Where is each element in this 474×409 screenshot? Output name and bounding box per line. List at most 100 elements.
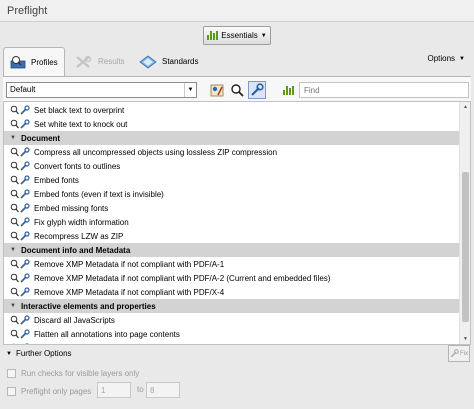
fixup-label: Set black text to overprint xyxy=(34,105,125,115)
page-from-field[interactable] xyxy=(97,382,131,398)
wrench-icon xyxy=(20,329,30,339)
scroll-thumb[interactable] xyxy=(462,172,469,322)
essentials-label: Essentials xyxy=(221,31,258,40)
tab-profiles-label: Profiles xyxy=(31,57,58,67)
tab-standards[interactable]: Standards xyxy=(133,48,204,75)
fixup-icons xyxy=(10,147,30,157)
fixup-item[interactable]: Set black text to overprint xyxy=(4,103,460,117)
run-checks-option[interactable]: Run checks for visible layers only xyxy=(7,366,139,380)
fixup-item[interactable]: Recompress LZW as ZIP xyxy=(4,229,460,243)
preflight-pages-label: Preflight only pages xyxy=(21,386,92,396)
magnifier-icon xyxy=(10,273,19,283)
fixup-item[interactable]: Flatten all form fields into page conten… xyxy=(4,341,460,345)
fix-button[interactable]: Fix xyxy=(448,345,470,362)
group-header[interactable]: ▼ Document xyxy=(4,131,460,145)
tab-standards-label: Standards xyxy=(162,57,199,66)
options-label: Options xyxy=(427,54,456,63)
fixup-label: Convert fonts to outlines xyxy=(34,161,121,171)
magnifier-icon xyxy=(10,203,19,213)
group-header[interactable]: ▼ Interactive elements and properties xyxy=(4,299,460,313)
fixup-icons xyxy=(10,119,30,129)
wrench-icon xyxy=(20,147,30,157)
magnifier-icon xyxy=(10,189,19,199)
show-profiles-button[interactable] xyxy=(279,81,297,99)
fixup-item[interactable]: Embed missing fonts xyxy=(4,201,460,215)
wrench-icon xyxy=(20,273,30,283)
wrench-icon xyxy=(450,349,459,358)
magnifier-icon xyxy=(10,217,19,227)
fixup-label: Embed missing fonts xyxy=(34,203,109,213)
profile-library-select[interactable]: Default ▼ xyxy=(6,82,197,98)
preflight-pages-checkbox[interactable] xyxy=(7,386,16,396)
fixup-item[interactable]: Fix glyph width information xyxy=(4,215,460,229)
fixup-icons xyxy=(10,343,30,344)
wrench-icon xyxy=(20,119,30,129)
wrench-icon xyxy=(20,105,30,115)
fixup-item[interactable]: Embed fonts xyxy=(4,173,460,187)
fixup-item[interactable]: Set white text to knock out xyxy=(4,117,460,131)
find-input[interactable] xyxy=(299,82,469,98)
wrench-icon xyxy=(20,189,30,199)
fixup-item[interactable]: Remove XMP Metadata if not compliant wit… xyxy=(4,257,460,271)
wrench-icon xyxy=(25,343,29,344)
fixup-icons xyxy=(10,273,30,283)
fixup-icons xyxy=(10,231,30,241)
group-label: Document info and Metadata xyxy=(20,245,131,255)
fixup-item[interactable]: Remove XMP Metadata if not compliant wit… xyxy=(4,285,460,299)
fixup-item[interactable]: Discard all JavaScripts xyxy=(4,313,460,327)
magnifier-icon xyxy=(10,259,19,269)
fixup-label: Flatten all form fields into page conten… xyxy=(34,344,175,345)
fixup-label: Remove XMP Metadata if not compliant wit… xyxy=(34,259,225,269)
magnifier-icon xyxy=(10,147,19,157)
fixup-icons xyxy=(10,175,30,185)
options-menu-button[interactable]: Options ▼ xyxy=(427,54,465,63)
magnifier-icon xyxy=(10,175,19,185)
wrench-icon xyxy=(20,315,30,325)
wrench-icon xyxy=(20,287,30,297)
essentials-button[interactable]: Essentials ▼ xyxy=(203,26,271,45)
fixup-item[interactable]: Embed fonts (even if text is invisible) xyxy=(4,187,460,201)
standards-diamond-icon xyxy=(139,55,157,68)
tab-results[interactable]: Results xyxy=(69,48,131,75)
triangle-down-icon: ▼ xyxy=(10,135,16,141)
triangle-down-icon: ▼ xyxy=(10,303,16,309)
page-to-field[interactable] xyxy=(146,382,180,398)
group-label: Interactive elements and properties xyxy=(20,301,156,311)
fixup-item[interactable]: Convert fonts to outlines xyxy=(4,159,460,173)
tab-profiles[interactable]: Profiles xyxy=(3,47,65,76)
profile-library-value: Default xyxy=(10,85,36,94)
wrench-icon xyxy=(20,259,30,269)
fixup-item[interactable]: Remove XMP Metadata if not compliant wit… xyxy=(4,271,460,285)
fixup-label: Remove XMP Metadata if not compliant wit… xyxy=(34,273,331,283)
show-fixups-button[interactable] xyxy=(248,81,266,99)
magnifier-icon xyxy=(12,343,16,344)
fix-label: Fix xyxy=(460,350,468,357)
wrench-icon xyxy=(20,231,30,241)
fixup-item[interactable]: Compress all uncompressed objects using … xyxy=(4,145,460,159)
fixup-label: Compress all uncompressed objects using … xyxy=(34,147,278,157)
run-checks-label: Run checks for visible layers only xyxy=(21,368,140,378)
bar-chart-icon xyxy=(207,31,219,40)
scroll-down-icon[interactable]: ▼ xyxy=(460,334,470,344)
fixup-item[interactable]: Flatten all annotations into page conten… xyxy=(4,327,460,341)
show-checks-button[interactable] xyxy=(228,81,246,99)
fixup-label: Embed fonts (even if text is invisible) xyxy=(34,189,164,199)
run-checks-checkbox[interactable] xyxy=(7,368,16,378)
tab-results-label: Results xyxy=(98,57,125,66)
triangle-down-icon: ▼ xyxy=(6,350,12,357)
wrench-icon xyxy=(20,203,30,213)
fixup-icons xyxy=(10,105,30,115)
chevron-down-icon: ▼ xyxy=(184,83,196,97)
fixup-icons xyxy=(10,161,30,171)
show-all-button[interactable] xyxy=(208,81,226,99)
scroll-up-icon[interactable]: ▲ xyxy=(460,102,470,112)
further-options-toggle[interactable]: ▼ Further Options xyxy=(3,346,471,361)
triangle-down-icon: ▼ xyxy=(10,247,16,253)
preflight-pages-option[interactable]: Preflight only pages xyxy=(7,384,91,398)
bar-chart-icon xyxy=(282,85,294,95)
group-header[interactable]: ▼ Document info and Metadata xyxy=(4,243,460,257)
list-scrollbar[interactable]: ▲ ▼ xyxy=(459,102,470,344)
magnifier-icon xyxy=(10,287,19,297)
fixup-icons xyxy=(10,189,30,199)
fixup-icons xyxy=(10,203,30,213)
